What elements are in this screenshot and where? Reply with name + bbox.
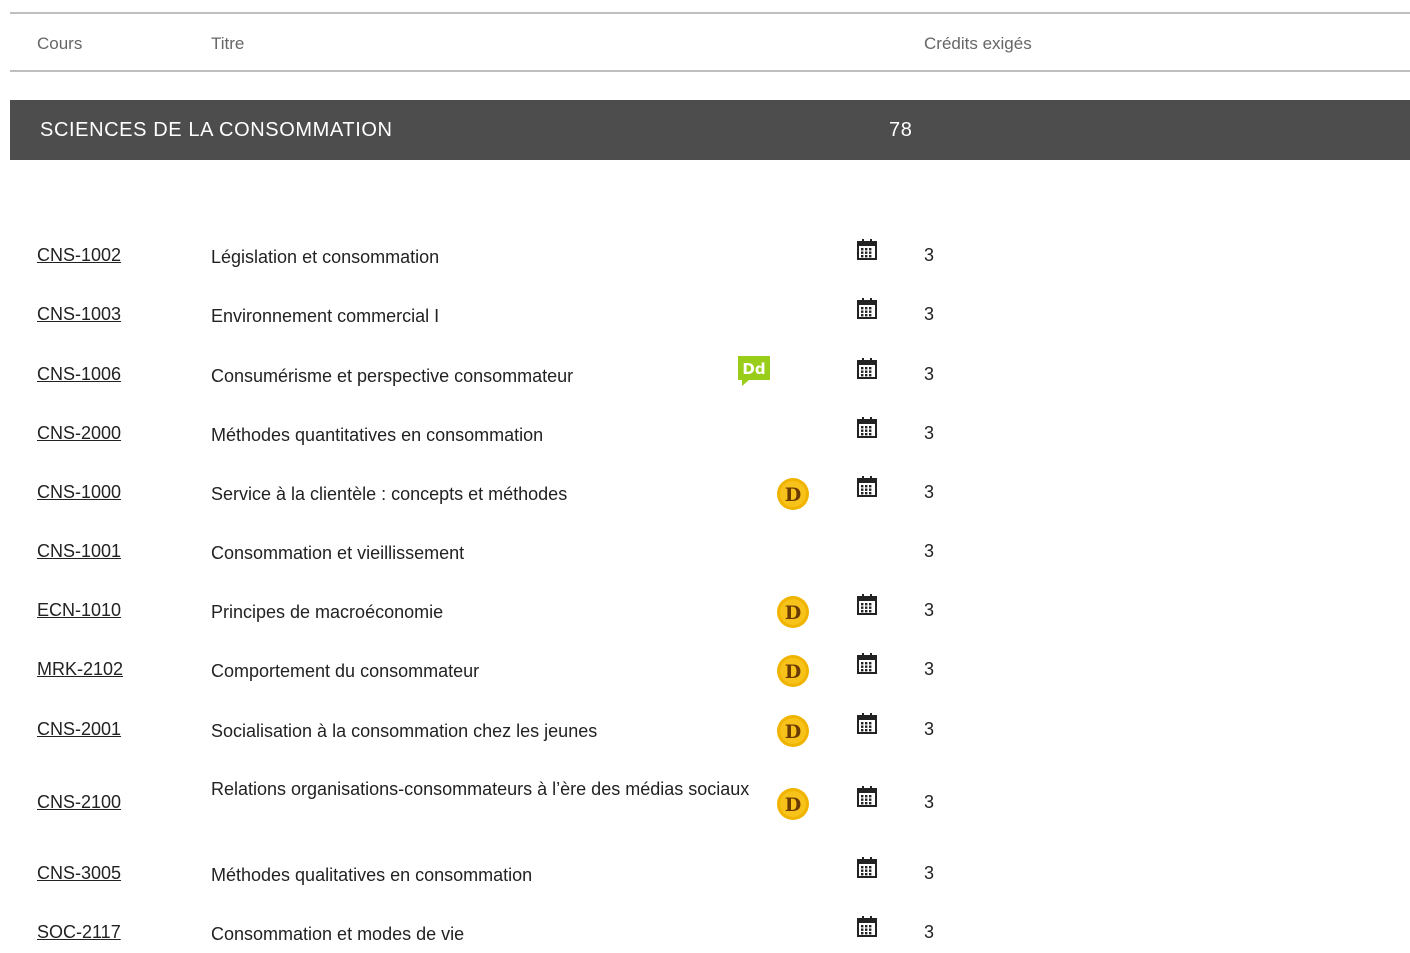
course-credits: 3 (924, 482, 935, 502)
course-title: Consumérisme et perspective consommateur (211, 366, 574, 386)
svg-text:D: D (785, 484, 801, 506)
section-credits: 78 (889, 119, 913, 141)
course-code-link[interactable]: SOC-2117 (37, 922, 121, 943)
table-header: Cours Titre Crédits exigés (10, 12, 1410, 72)
d-badge-icon[interactable]: D (776, 654, 810, 688)
course-row: CNS-2001 Socialisation à la consommation … (0, 710, 1410, 750)
course-code-link[interactable]: CNS-2000 (37, 423, 121, 444)
course-title: Principes de macroéconomie (211, 602, 444, 622)
course-row: CNS-3005 Méthodes qualitatives en consomm… (0, 854, 1410, 894)
course-title: Législation et consommation (211, 247, 440, 267)
svg-text:D: D (785, 661, 801, 683)
calendar-icon[interactable] (856, 416, 878, 438)
d-badge-icon[interactable]: D (776, 714, 810, 748)
course-code-link[interactable]: CNS-1003 (37, 304, 121, 325)
course-row: CNS-1006 Consumérisme et perspective cons… (0, 355, 1410, 395)
course-row: MRK-2102 Comportement du consommateur D 3 (0, 650, 1410, 690)
calendar-icon[interactable] (856, 593, 878, 615)
calendar-icon[interactable] (856, 652, 878, 674)
course-title: Relations organisations-consommateurs à … (211, 779, 750, 799)
course-row: CNS-1002 Législation et consommation 3 (0, 236, 1410, 276)
course-row: CNS-2100 Relations organisations-consomma… (0, 779, 1410, 823)
calendar-icon[interactable] (856, 915, 878, 937)
calendar-icon[interactable] (856, 357, 878, 379)
calendar-icon[interactable] (856, 712, 878, 734)
course-credits: 3 (924, 423, 935, 443)
svg-text:D: D (785, 794, 801, 816)
course-credits: 3 (924, 600, 935, 620)
section-title: SCIENCES DE LA CONSOMMATION (40, 119, 393, 141)
course-credits: 3 (924, 792, 935, 812)
section-bar[interactable]: SCIENCES DE LA CONSOMMATION 78 (10, 100, 1410, 160)
calendar-icon[interactable] (856, 856, 878, 878)
course-title: Environnement commercial I (211, 306, 440, 326)
d-badge-icon[interactable]: D (776, 787, 810, 821)
header-credits: Crédits exigés (924, 34, 1032, 53)
course-credits: 3 (924, 541, 935, 561)
course-credits: 3 (924, 719, 935, 739)
dd-badge-icon[interactable]: Dd (737, 355, 771, 387)
course-credits: 3 (924, 364, 935, 384)
course-row: CNS-1000 Service à la clientèle : concept… (0, 473, 1410, 513)
calendar-icon[interactable] (856, 238, 878, 260)
header-course: Cours (37, 34, 83, 53)
course-credits: 3 (924, 922, 935, 942)
course-code-link[interactable]: CNS-1002 (37, 245, 121, 266)
course-credits: 3 (924, 304, 935, 324)
header-title: Titre (211, 34, 245, 53)
course-credits: 3 (924, 863, 935, 883)
course-row: CNS-1001 Consommation et vieillissement 3 (0, 532, 1410, 572)
course-title: Socialisation à la consommation chez les… (211, 721, 598, 741)
course-title: Méthodes quantitatives en consommation (211, 425, 544, 445)
calendar-icon[interactable] (856, 475, 878, 497)
course-title: Service à la clientèle : concepts et mét… (211, 484, 568, 504)
svg-text:D: D (785, 602, 801, 624)
d-badge-icon[interactable]: D (776, 595, 810, 629)
course-title: Consommation et modes de vie (211, 924, 465, 944)
svg-text:Dd: Dd (742, 360, 765, 378)
course-title: Comportement du consommateur (211, 661, 480, 681)
course-code-link[interactable]: MRK-2102 (37, 659, 123, 680)
course-row: SOC-2117 Consommation et modes de vie 3 (0, 913, 1410, 953)
course-code-link[interactable]: CNS-2001 (37, 719, 121, 740)
course-title: Consommation et vieillissement (211, 543, 465, 563)
course-code-link[interactable]: CNS-1001 (37, 541, 121, 562)
course-credits: 3 (924, 659, 935, 679)
calendar-icon[interactable] (856, 785, 878, 807)
svg-text:D: D (785, 721, 801, 743)
course-code-link[interactable]: CNS-2100 (37, 792, 121, 813)
calendar-icon[interactable] (856, 297, 878, 319)
course-row: ECN-1010 Principes de macroéconomie D 3 (0, 591, 1410, 631)
course-code-link[interactable]: CNS-1006 (37, 364, 121, 385)
course-row: CNS-2000 Méthodes quantitatives en consom… (0, 414, 1410, 454)
course-code-link[interactable]: CNS-1000 (37, 482, 121, 503)
course-title: Méthodes qualitatives en consommation (211, 865, 533, 885)
course-code-link[interactable]: CNS-3005 (37, 863, 121, 884)
d-badge-icon[interactable]: D (776, 477, 810, 511)
course-code-link[interactable]: ECN-1010 (37, 600, 121, 621)
course-row: CNS-1003 Environnement commercial I 3 (0, 295, 1410, 335)
course-credits: 3 (924, 245, 935, 265)
